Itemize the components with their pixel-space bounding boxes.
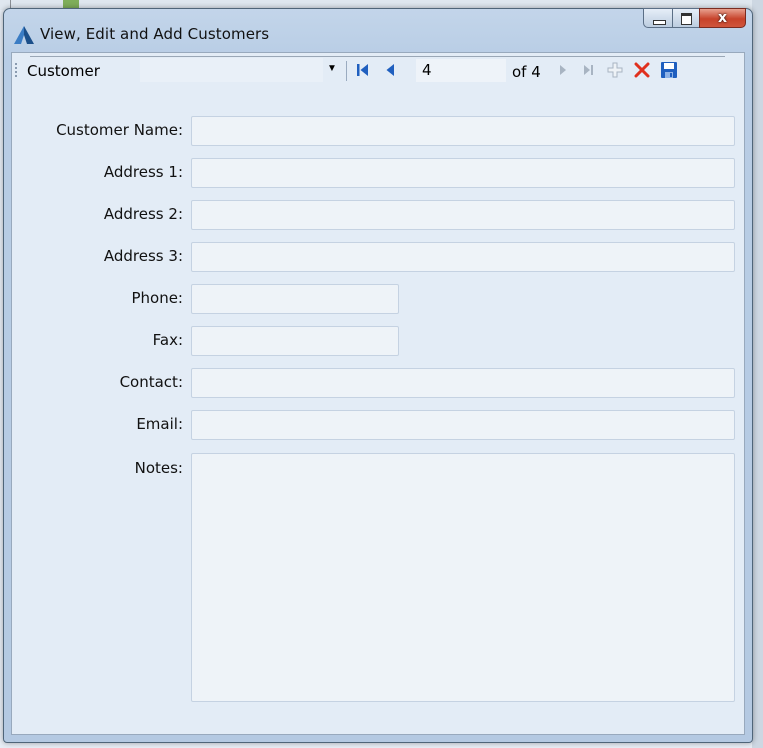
record-count-label: of 4 bbox=[512, 63, 541, 81]
fax-label: Fax: bbox=[152, 331, 183, 349]
move-first-icon[interactable] bbox=[354, 61, 372, 79]
window-title: View, Edit and Add Customers bbox=[40, 25, 270, 43]
save-icon[interactable] bbox=[660, 61, 678, 79]
maximize-icon bbox=[681, 13, 692, 25]
binding-navigator-toolbar: Customer ▼ 4 of 4 bbox=[12, 53, 744, 87]
toolbar-divider bbox=[30, 56, 725, 57]
minimize-icon bbox=[653, 20, 666, 25]
phone-field[interactable] bbox=[191, 284, 399, 314]
maximize-button[interactable] bbox=[672, 8, 699, 28]
address3-label: Address 3: bbox=[103, 247, 183, 265]
address3-field[interactable] bbox=[191, 242, 735, 272]
notes-textarea[interactable] bbox=[191, 453, 735, 702]
address2-field[interactable] bbox=[191, 200, 735, 230]
close-icon: x bbox=[717, 10, 728, 26]
dropdown-field bbox=[140, 58, 323, 82]
record-type-dropdown[interactable]: Customer ▼ bbox=[22, 58, 342, 82]
fax-field[interactable] bbox=[191, 326, 399, 356]
contact-label: Contact: bbox=[119, 373, 183, 391]
caption-buttons: x bbox=[643, 8, 746, 30]
customer-name-label: Customer Name: bbox=[56, 121, 183, 139]
address1-field[interactable] bbox=[191, 158, 735, 188]
minimize-button[interactable] bbox=[643, 8, 672, 28]
notes-label: Notes: bbox=[134, 459, 183, 477]
add-new-icon[interactable] bbox=[606, 61, 624, 79]
title-bar[interactable]: View, Edit and Add Customers x bbox=[4, 8, 752, 51]
toolbar-separator bbox=[346, 61, 347, 81]
dropdown-value: Customer bbox=[27, 62, 100, 80]
toolbar-grip[interactable] bbox=[15, 63, 17, 79]
position-input[interactable]: 4 bbox=[416, 59, 506, 82]
address1-label: Address 1: bbox=[103, 163, 183, 181]
customers-window: View, Edit and Add Customers x Customer … bbox=[3, 8, 753, 743]
email-field[interactable] bbox=[191, 410, 735, 440]
move-next-icon[interactable] bbox=[554, 61, 572, 79]
background-window-fragment bbox=[63, 0, 79, 8]
phone-label: Phone: bbox=[131, 289, 183, 307]
background-window-edge bbox=[752, 0, 763, 748]
app-logo-icon bbox=[14, 26, 34, 44]
move-last-icon[interactable] bbox=[580, 61, 598, 79]
move-previous-icon[interactable] bbox=[382, 61, 400, 79]
close-button[interactable]: x bbox=[699, 8, 746, 28]
contact-field[interactable] bbox=[191, 368, 735, 398]
chevron-down-icon[interactable]: ▼ bbox=[327, 63, 337, 74]
address2-label: Address 2: bbox=[103, 205, 183, 223]
delete-icon[interactable] bbox=[633, 61, 651, 79]
email-label: Email: bbox=[136, 415, 183, 433]
customer-name-field[interactable] bbox=[191, 116, 735, 146]
